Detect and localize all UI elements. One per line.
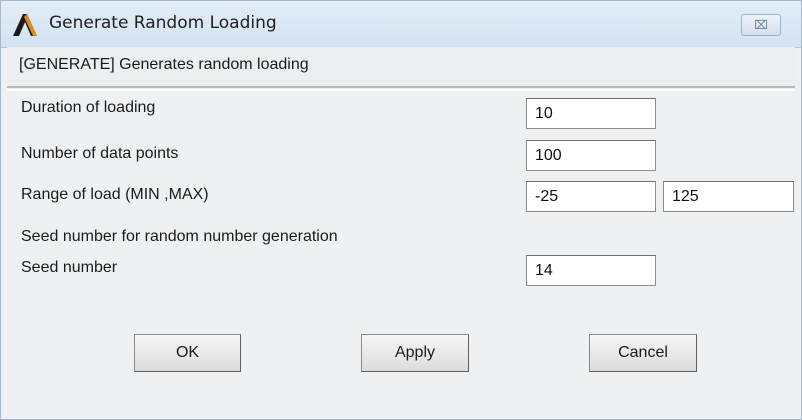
data-points-label: Number of data points <box>21 145 179 162</box>
load-max-input[interactable] <box>663 181 794 212</box>
load-min-input[interactable] <box>526 181 656 212</box>
separator <box>7 89 795 91</box>
apply-button[interactable]: Apply <box>361 334 469 372</box>
seed-section-heading: Seed number for random number generation <box>21 228 338 245</box>
duration-input[interactable] <box>526 98 656 129</box>
load-range-label: Range of load (MIN ,MAX) <box>21 186 209 203</box>
ansys-lambda-icon <box>13 14 37 36</box>
seed-label: Seed number <box>21 259 118 276</box>
description-bar: [GENERATE] Generates random loading <box>7 47 795 88</box>
dialog-window: Generate Random Loading ⌧ [GENERATE] Gen… <box>0 0 802 420</box>
ok-button[interactable]: OK <box>134 334 241 372</box>
window-title: Generate Random Loading <box>49 13 277 33</box>
command-description: [GENERATE] Generates random loading <box>19 56 309 73</box>
close-button[interactable]: ⌧ <box>741 14 781 36</box>
data-points-input[interactable] <box>526 140 656 171</box>
title-bar[interactable]: Generate Random Loading ⌧ <box>1 1 801 48</box>
close-icon: ⌧ <box>754 18 768 32</box>
duration-label: Duration of loading <box>21 99 156 116</box>
cancel-button[interactable]: Cancel <box>589 334 697 372</box>
seed-input[interactable] <box>526 255 656 286</box>
